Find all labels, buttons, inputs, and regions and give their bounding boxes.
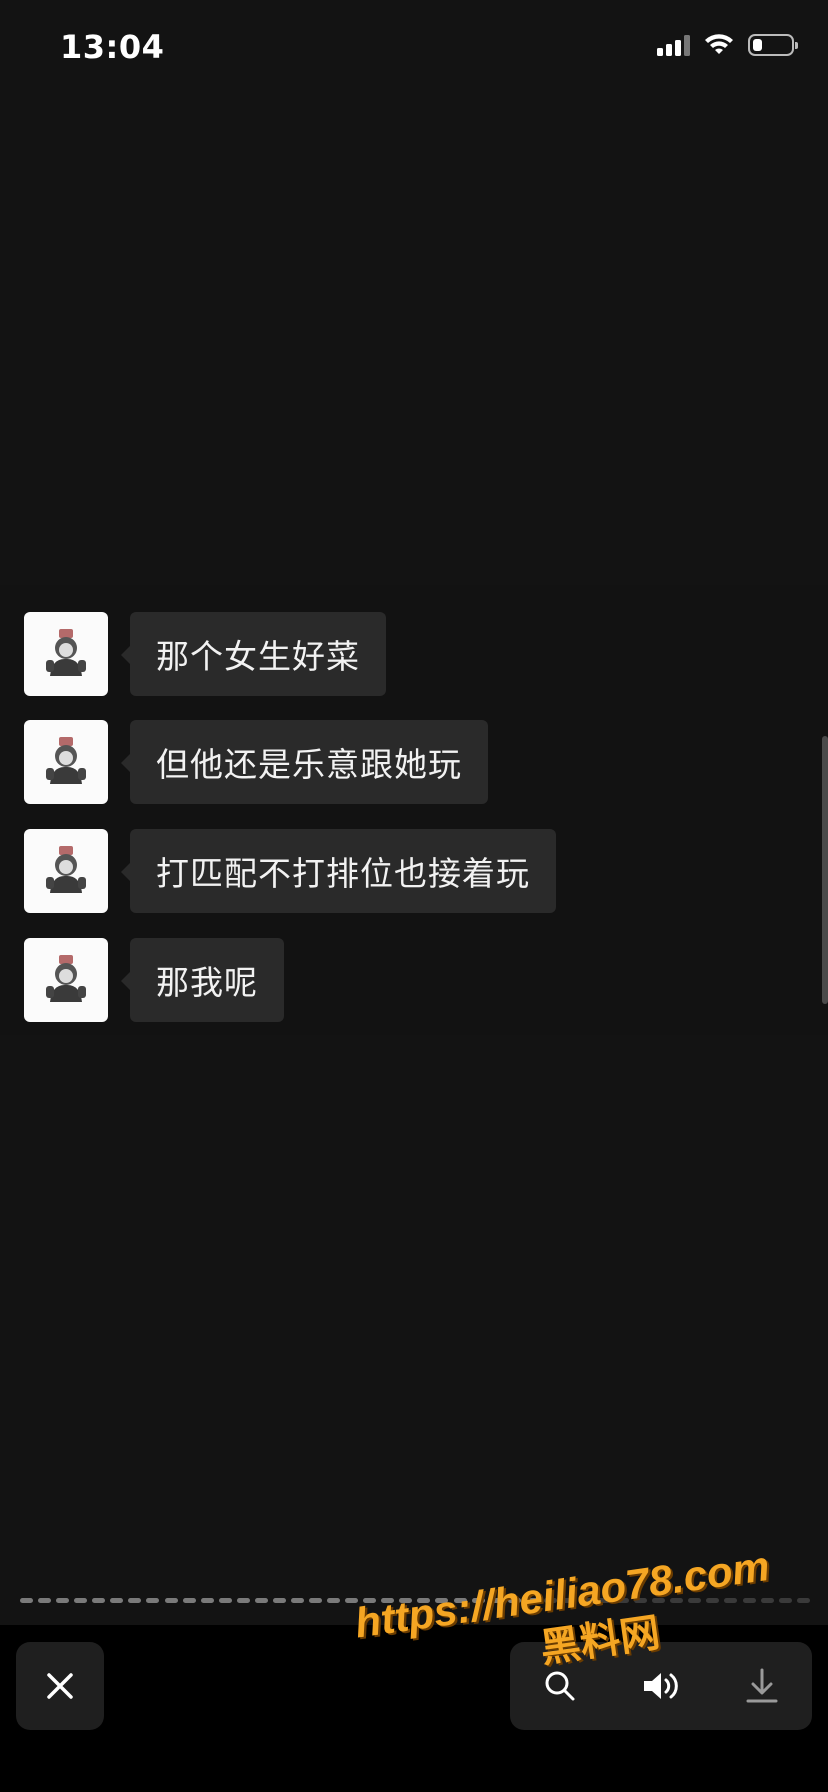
avatar-image xyxy=(46,737,86,784)
download-button[interactable] xyxy=(732,1656,792,1716)
battery-icon xyxy=(748,34,798,56)
avatar-image xyxy=(46,629,86,676)
progress-dot xyxy=(254,1598,268,1603)
volume-button[interactable] xyxy=(631,1656,691,1716)
status-icons xyxy=(657,34,798,56)
progress-dot xyxy=(182,1598,196,1603)
progress-dot xyxy=(20,1598,33,1603)
chat-message[interactable]: 但他还是乐意跟她玩 xyxy=(24,720,488,804)
progress-dot xyxy=(290,1598,304,1603)
avatar[interactable] xyxy=(24,829,108,913)
progress-dot xyxy=(218,1598,232,1603)
message-bubble[interactable]: 打匹配不打排位也接着玩 xyxy=(121,829,556,913)
status-time: 13:04 xyxy=(60,28,165,66)
progress-dot xyxy=(128,1598,142,1603)
message-bubble[interactable]: 那我呢 xyxy=(121,938,284,1022)
chat-message[interactable]: 打匹配不打排位也接着玩 xyxy=(24,829,556,913)
cellular-signal-icon xyxy=(657,34,690,56)
progress-dot xyxy=(309,1598,322,1603)
avatar-image xyxy=(46,955,86,1002)
progress-dot xyxy=(164,1598,178,1603)
wifi-icon xyxy=(705,34,733,54)
progress-dot xyxy=(92,1598,106,1603)
progress-dot xyxy=(796,1598,810,1603)
message-text: 打匹配不打排位也接着玩 xyxy=(130,829,556,913)
progress-dot xyxy=(74,1598,88,1603)
chat-message[interactable]: 那我呢 xyxy=(24,938,284,1022)
status-bar: 13:04 xyxy=(0,0,828,100)
message-bubble[interactable]: 那个女生好菜 xyxy=(121,612,386,696)
message-text: 那个女生好菜 xyxy=(130,612,386,696)
progress-dot xyxy=(272,1598,286,1603)
scroll-indicator[interactable] xyxy=(822,736,828,1004)
volume-icon xyxy=(643,1673,678,1699)
progress-dot xyxy=(146,1598,160,1603)
progress-dot xyxy=(236,1598,250,1603)
progress-dot xyxy=(327,1598,341,1603)
chat-message[interactable]: 那个女生好菜 xyxy=(24,612,386,696)
close-button[interactable] xyxy=(16,1642,104,1730)
message-text: 但他还是乐意跟她玩 xyxy=(130,720,488,804)
avatar[interactable] xyxy=(24,938,108,1022)
progress-dot xyxy=(38,1598,52,1603)
message-bubble[interactable]: 但他还是乐意跟她玩 xyxy=(121,720,488,804)
progress-dot xyxy=(56,1598,70,1603)
progress-dot xyxy=(778,1598,792,1603)
avatar-image xyxy=(46,846,86,893)
avatar[interactable] xyxy=(24,612,108,696)
close-icon xyxy=(47,1673,73,1699)
progress-dot xyxy=(110,1598,124,1603)
avatar[interactable] xyxy=(24,720,108,804)
download-icon xyxy=(746,1668,778,1703)
message-text: 那我呢 xyxy=(130,938,284,1022)
progress-dot xyxy=(200,1598,214,1603)
